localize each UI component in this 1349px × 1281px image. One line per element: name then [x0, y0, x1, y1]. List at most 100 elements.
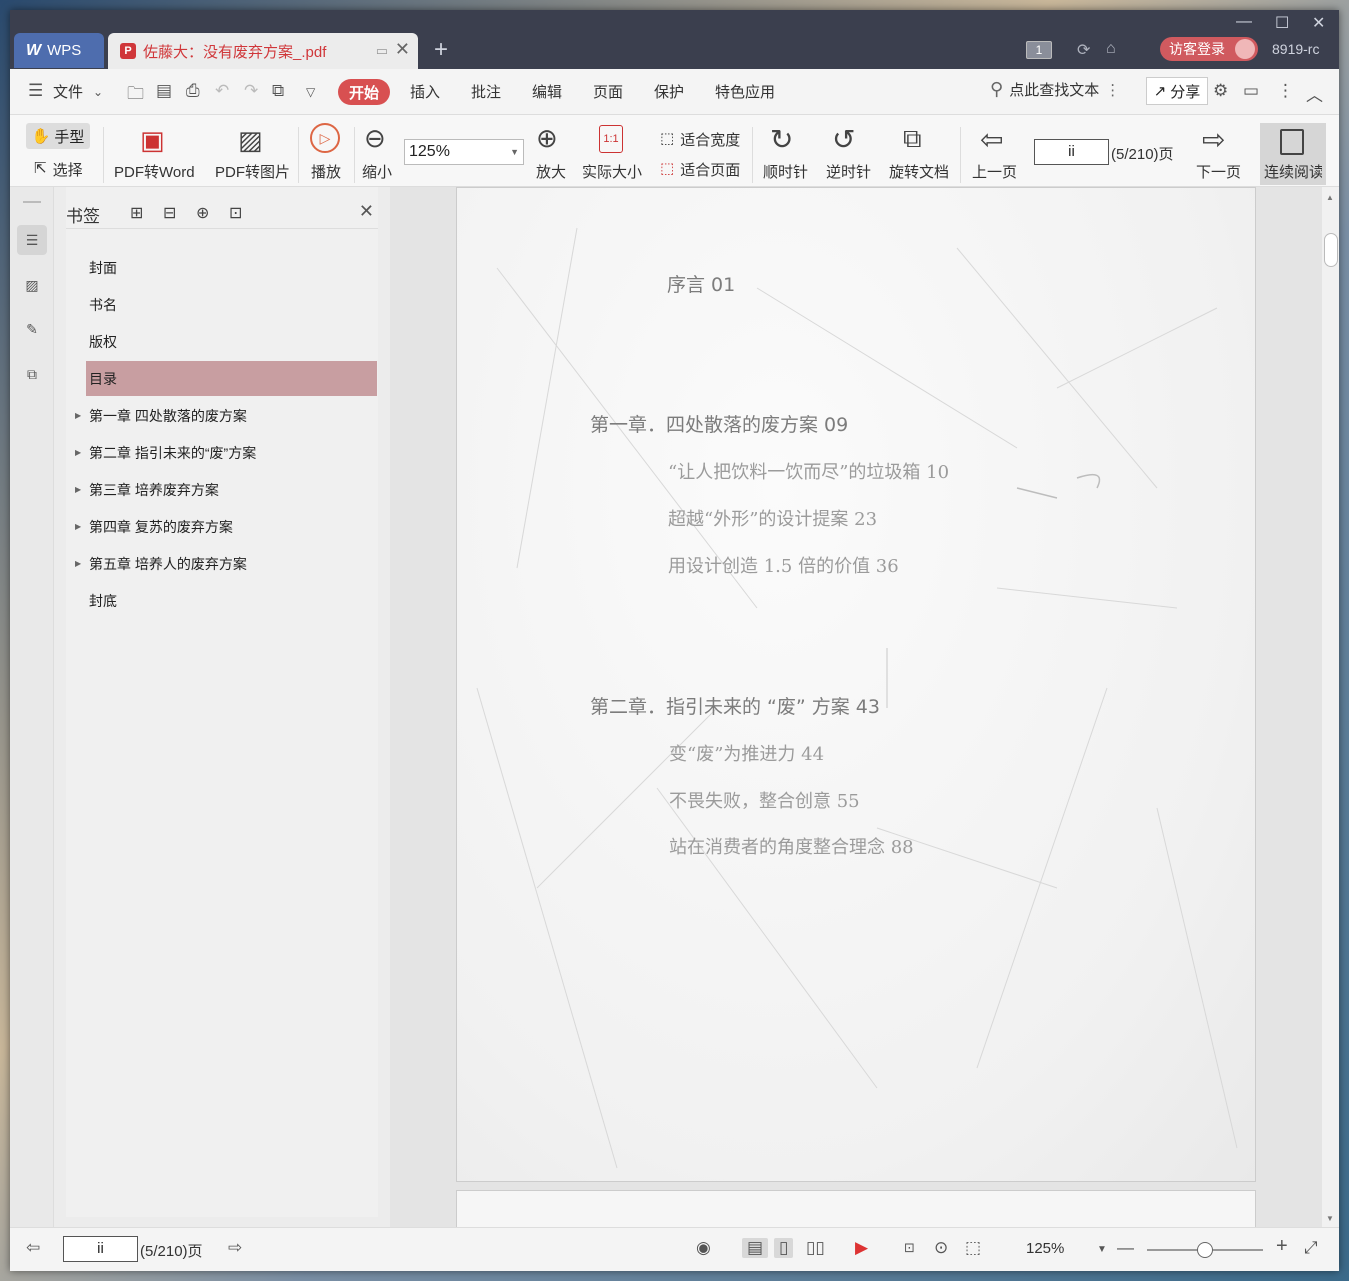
tab-start[interactable]: 开始	[338, 79, 390, 105]
fit-width-button[interactable]: ⬚ 适合宽度	[660, 129, 740, 150]
tab-page[interactable]: 页面	[593, 81, 623, 102]
play-icon[interactable]: ▷	[310, 123, 340, 153]
export-image-icon[interactable]: ⧉	[272, 81, 284, 101]
expand-arrow-icon[interactable]: ▶	[75, 559, 81, 568]
status-zoom-value[interactable]: 125%	[1026, 1240, 1064, 1257]
bookmark-item[interactable]: ▶ 第二章 指引未来的“废”方案	[75, 435, 377, 470]
search-text-area[interactable]: ⚲ 点此查找文本 ⋮	[990, 79, 1120, 100]
two-page-view-icon[interactable]: ▯▯	[806, 1238, 825, 1258]
page-number-input[interactable]: ii	[1034, 139, 1109, 165]
single-page-view-icon[interactable]: ▯	[774, 1238, 794, 1258]
next-page-icon[interactable]: ⇨	[228, 1238, 242, 1258]
continuous-view-icon[interactable]: ▤	[742, 1238, 769, 1258]
collapse-all-icon[interactable]: ⊟	[163, 203, 176, 223]
scroll-up-icon[interactable]: ▲	[1326, 193, 1334, 202]
tab-document[interactable]: P 佐藤大：没有废弃方案_.pdf ▭ ✕	[108, 33, 418, 69]
rotate-clockwise-icon[interactable]: ↻	[770, 123, 793, 156]
tab-wps-home[interactable]: W WPS	[14, 33, 104, 68]
select-tool-button[interactable]: ⇱ 选择	[34, 159, 83, 180]
zoom-out-button[interactable]: 缩小	[362, 161, 392, 182]
pdf-to-image-button[interactable]: PDF转图片	[215, 161, 290, 182]
fullscreen-icon[interactable]: ⤢	[1304, 1238, 1318, 1258]
tab-edit[interactable]: 编辑	[532, 81, 562, 102]
bookmark-item[interactable]: ▶ 第五章 培养人的废弃方案	[75, 546, 377, 581]
next-page-button[interactable]: 下一页	[1196, 161, 1241, 182]
redo-icon[interactable]: ↷	[244, 81, 258, 101]
zoom-in-icon[interactable]: ⊕	[536, 123, 558, 154]
bookmark-item[interactable]: 目录	[86, 361, 377, 396]
actual-size-icon[interactable]: ⊡	[904, 1240, 915, 1256]
open-folder-icon[interactable]: 🗀	[127, 81, 144, 110]
bookmark-item[interactable]: 书名	[86, 287, 377, 322]
expand-arrow-icon[interactable]: ▶	[75, 522, 81, 531]
continuous-read-button[interactable]: 连续阅读	[1260, 123, 1326, 185]
actual-size-button[interactable]: 实际大小	[582, 161, 642, 182]
pdf-to-image-icon[interactable]: ▨	[238, 125, 263, 156]
fit-width-icon[interactable]: ⬚	[965, 1238, 981, 1258]
status-page-input[interactable]: ii	[63, 1236, 138, 1262]
expand-arrow-icon[interactable]: ▶	[75, 448, 81, 457]
zoom-in-icon[interactable]: +	[1276, 1235, 1288, 1258]
login-button[interactable]: 访客登录	[1160, 37, 1258, 61]
thumbnail-icon[interactable]: ▨	[17, 270, 47, 300]
play-slideshow-icon[interactable]: ▶	[855, 1238, 868, 1258]
rotate-counterclockwise-icon[interactable]: ↺	[832, 123, 855, 156]
zoom-out-icon[interactable]: —	[1117, 1238, 1134, 1258]
annotation-icon[interactable]: ✎	[17, 314, 47, 344]
rotate-document-button[interactable]: 旋转文档	[889, 161, 949, 182]
rotate-document-icon[interactable]: ⧉	[903, 123, 922, 155]
fit-page-button[interactable]: ⬚ 适合页面	[660, 159, 740, 180]
monitor-icon[interactable]: ▭	[376, 43, 388, 59]
maximize-button[interactable]: ☐	[1275, 13, 1289, 33]
share-button[interactable]: ↗ 分享	[1146, 77, 1208, 105]
zoom-slider-knob[interactable]	[1197, 1242, 1213, 1258]
bookmark-item[interactable]: 封底	[86, 583, 377, 618]
window-count-badge[interactable]: 1	[1026, 41, 1052, 59]
tab-insert[interactable]: 插入	[410, 81, 440, 102]
expand-arrow-icon[interactable]: ▶	[75, 411, 81, 420]
zoom-select[interactable]: 125% ▼	[404, 139, 524, 165]
document-view[interactable]: 序言 01 第一章．四处散落的废方案 09 “让人把饮料一饮而尽”的垃圾箱 10…	[390, 187, 1322, 1227]
pdf-to-word-icon[interactable]: ▣	[140, 125, 165, 156]
bookmark-item[interactable]: 封面	[86, 250, 377, 285]
close-tab-icon[interactable]: ✕	[395, 39, 410, 60]
previous-page-button[interactable]: 上一页	[972, 161, 1017, 182]
quick-access-dropdown-icon[interactable]: ▽	[306, 85, 315, 99]
print-icon[interactable]: ⎙	[186, 81, 200, 101]
bookmark-item[interactable]: ▶ 第四章 复苏的废弃方案	[75, 509, 377, 544]
tab-special-apps[interactable]: 特色应用	[715, 81, 775, 102]
actual-size-icon[interactable]: 1:1	[599, 125, 623, 153]
zoom-slider[interactable]	[1147, 1242, 1263, 1258]
tab-annotate[interactable]: 批注	[471, 81, 501, 102]
hamburger-menu-icon[interactable]: ☰	[28, 81, 43, 101]
rotate-clockwise-button[interactable]: 顺时针	[763, 161, 808, 182]
scroll-down-icon[interactable]: ▼	[1326, 1214, 1334, 1223]
bookmark-item[interactable]: ▶ 第一章 四处散落的废方案	[75, 398, 377, 433]
zoom-out-icon[interactable]: ⊖	[364, 123, 386, 154]
expand-arrow-icon[interactable]: ▶	[75, 485, 81, 494]
save-icon[interactable]: ▤	[156, 81, 172, 101]
bookmark-panel-icon[interactable]: ☰	[17, 225, 47, 255]
pdf-to-word-button[interactable]: PDF转Word	[114, 161, 195, 182]
more-vertical-icon[interactable]: ⋮	[1105, 81, 1120, 99]
previous-page-icon[interactable]: ⇦	[980, 123, 1003, 156]
image-export-icon[interactable]: ⧉	[17, 359, 47, 389]
file-menu[interactable]: 文件	[53, 81, 83, 102]
bookmark-options-icon[interactable]: ⊡	[229, 203, 242, 223]
hand-tool-button[interactable]: ✋ 手型	[26, 123, 90, 149]
close-panel-icon[interactable]: ✕	[359, 201, 374, 222]
vertical-scrollbar[interactable]: ▲ ▼	[1322, 187, 1339, 1227]
tab-protect[interactable]: 保护	[654, 81, 684, 102]
undo-icon[interactable]: ↶	[215, 81, 229, 101]
zoom-in-button[interactable]: 放大	[536, 161, 566, 182]
eye-protection-icon[interactable]: ◉	[696, 1238, 711, 1258]
close-window-button[interactable]: ✕	[1312, 13, 1325, 33]
more-options-icon[interactable]: ⋮	[1277, 81, 1294, 101]
comment-icon[interactable]: ▭	[1243, 81, 1259, 101]
minimize-button[interactable]: —	[1236, 13, 1252, 31]
sync-icon[interactable]: ⟳	[1077, 40, 1090, 60]
chevron-down-icon[interactable]: ⌄	[93, 85, 103, 99]
gear-icon[interactable]: ⚙	[1213, 81, 1228, 101]
skin-icon[interactable]: ⌂	[1106, 40, 1116, 58]
bookmark-item[interactable]: ▶ 第三章 培养废弃方案	[75, 472, 377, 507]
